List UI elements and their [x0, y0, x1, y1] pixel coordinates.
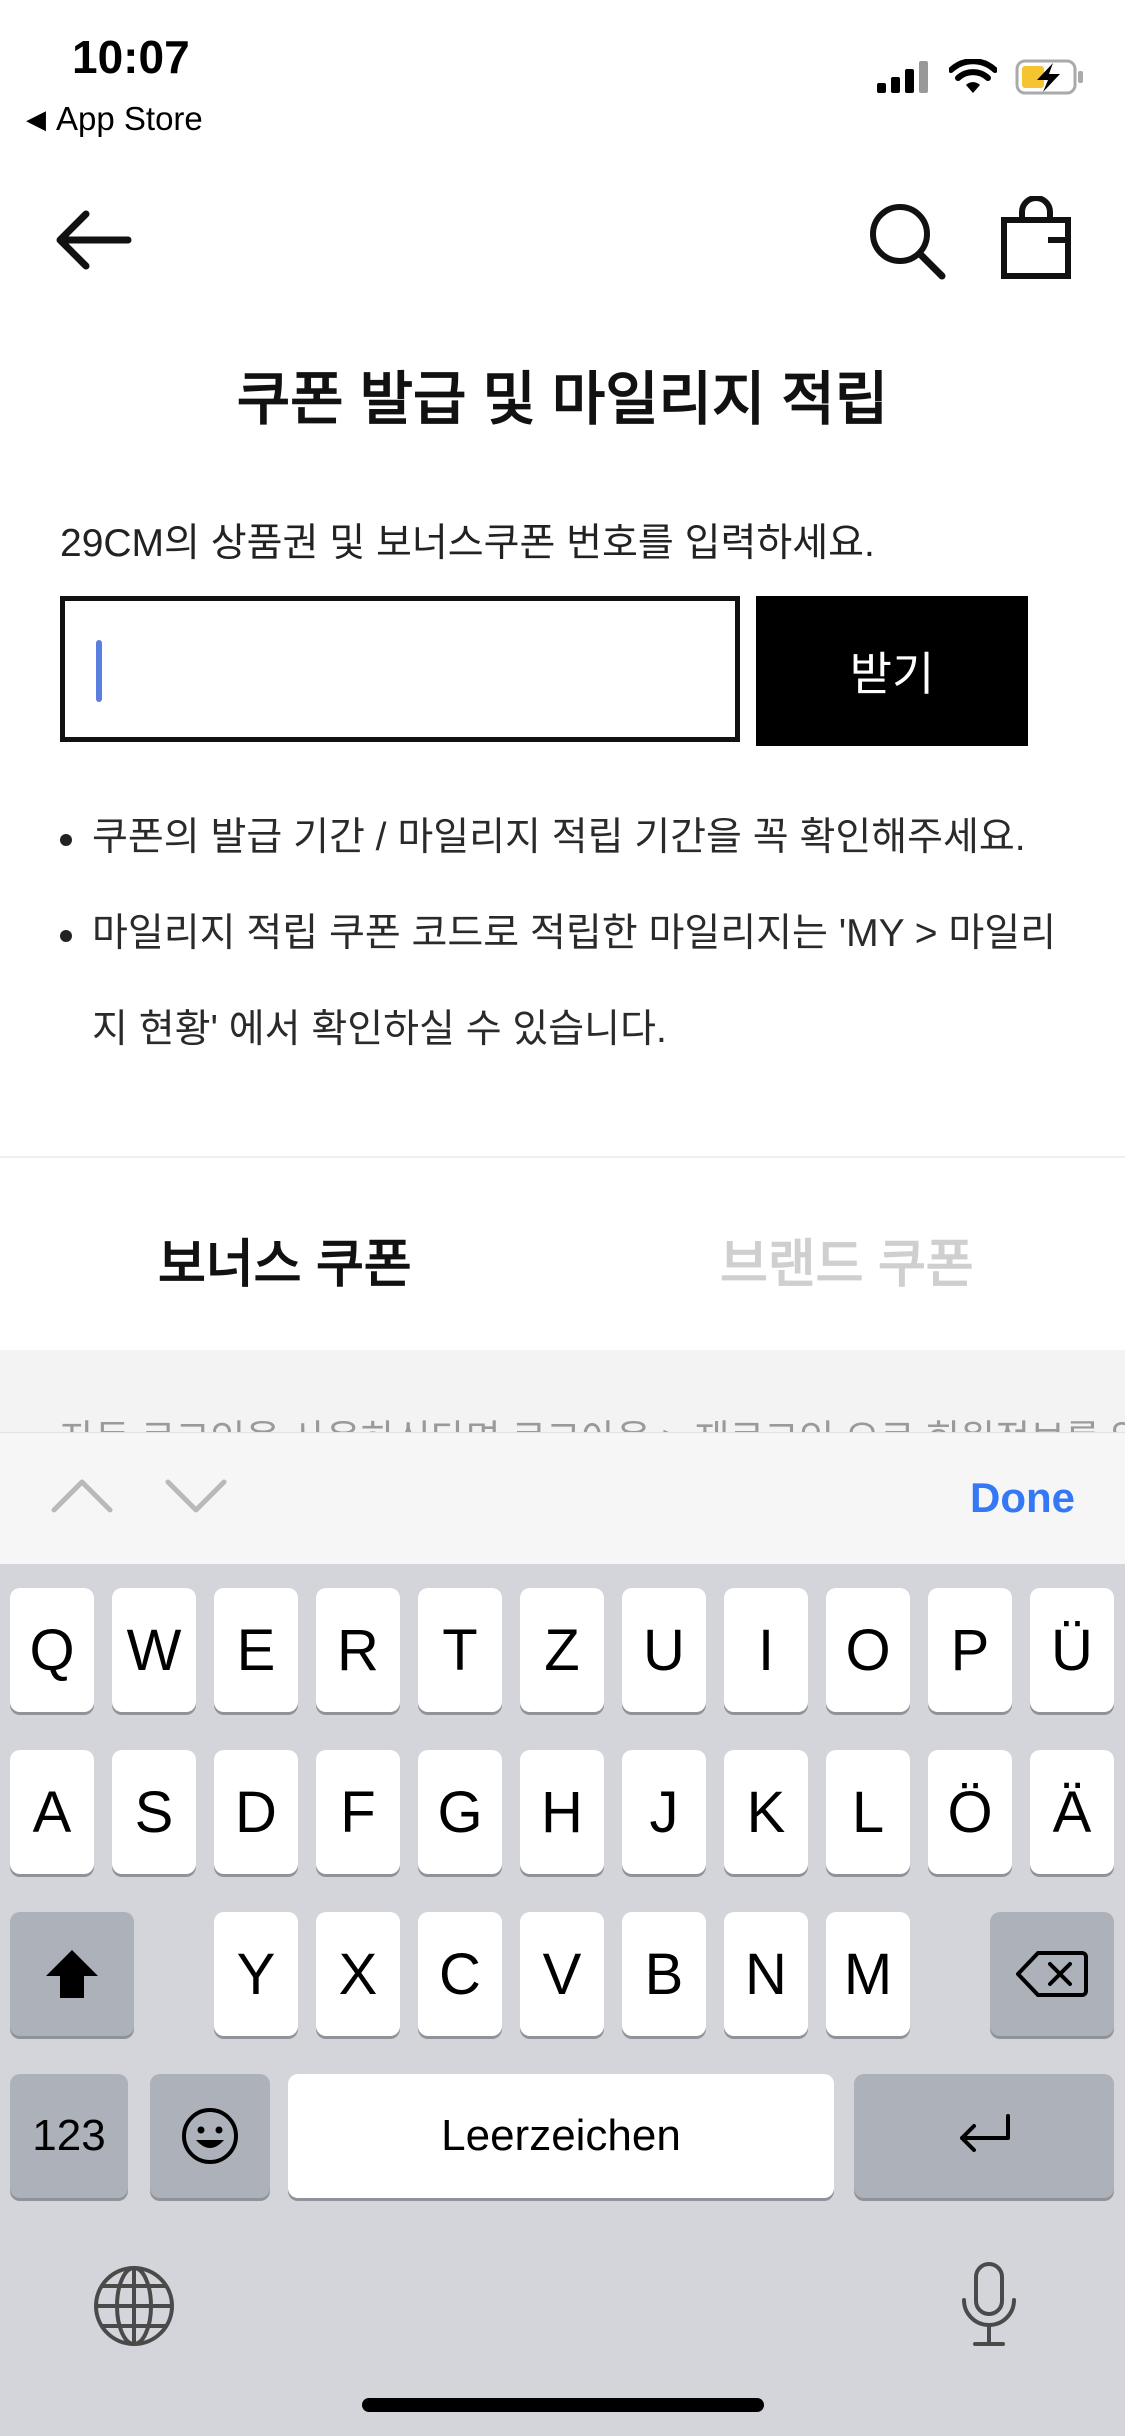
key[interactable]: B	[622, 1912, 706, 2036]
tab-bonus-coupon[interactable]: 보너스 쿠폰	[158, 1222, 412, 1297]
emoji-icon	[182, 2108, 238, 2164]
coupon-instruction: 29CM의 상품권 및 보너스쿠폰 번호를 입력하세요.	[60, 522, 875, 565]
arrow-left-icon[interactable]	[48, 200, 138, 280]
page-title: 쿠폰 발급 및 마일리지 적립	[236, 367, 889, 432]
key[interactable]: A	[10, 1750, 94, 1874]
cellular-signal-icon	[877, 61, 928, 93]
chevron-down-icon[interactable]	[164, 1470, 228, 1520]
key[interactable]: U	[622, 1588, 706, 1712]
key[interactable]: H	[520, 1750, 604, 1874]
chevron-up-icon[interactable]	[50, 1470, 114, 1520]
key[interactable]: J	[622, 1750, 706, 1874]
wifi-icon	[949, 59, 997, 93]
key[interactable]: Ö	[928, 1750, 1012, 1874]
return-icon	[960, 2114, 1010, 2152]
numbers-key[interactable]: 123	[10, 2074, 128, 2198]
battery-charging-icon	[1015, 59, 1083, 95]
key[interactable]: Z	[520, 1588, 604, 1712]
coupon-code-input[interactable]	[60, 596, 740, 742]
key[interactable]: Ä	[1030, 1750, 1114, 1874]
search-icon[interactable]	[864, 198, 948, 282]
key[interactable]: P	[928, 1588, 1012, 1712]
key[interactable]: I	[724, 1588, 808, 1712]
key[interactable]: R	[316, 1588, 400, 1712]
shift-key[interactable]	[10, 1912, 134, 2036]
key[interactable]: M	[826, 1912, 910, 2036]
back-app-label: App Store	[56, 100, 203, 137]
tab-brand-coupon[interactable]: 브랜드 쿠폰	[720, 1222, 974, 1297]
space-key[interactable]: Leerzeichen	[288, 2074, 834, 2198]
backspace-key[interactable]	[990, 1912, 1114, 2036]
key[interactable]: Y	[214, 1912, 298, 2036]
key[interactable]: E	[214, 1588, 298, 1712]
emoji-key[interactable]	[150, 2074, 270, 2198]
notice-item: 쿠폰의 발급 기간 / 마일리지 적립 기간을 꼭 확인해주세요.	[56, 790, 1066, 886]
status-time: 10:07	[72, 31, 190, 83]
microphone-icon[interactable]	[958, 2260, 1020, 2350]
key[interactable]: F	[316, 1750, 400, 1874]
key[interactable]: Ü	[1030, 1588, 1114, 1712]
key[interactable]: V	[520, 1912, 604, 2036]
key[interactable]: G	[418, 1750, 502, 1874]
keyboard: Q W E R T Z U I O P Ü A S D F G H J K L …	[0, 1564, 1125, 2436]
section-divider	[0, 1156, 1125, 1158]
key[interactable]: K	[724, 1750, 808, 1874]
back-triangle-icon: ◀	[26, 103, 46, 134]
home-indicator	[362, 2398, 764, 2412]
key[interactable]: O	[826, 1588, 910, 1712]
receive-button[interactable]: 받기	[756, 596, 1028, 746]
status-icons	[877, 58, 1085, 96]
text-caret	[96, 640, 102, 702]
globe-icon[interactable]	[92, 2264, 176, 2348]
key[interactable]: N	[724, 1912, 808, 2036]
notice-list: 쿠폰의 발급 기간 / 마일리지 적립 기간을 꼭 확인해주세요. 마일리지 적…	[56, 790, 1066, 1078]
key[interactable]: S	[112, 1750, 196, 1874]
backspace-icon	[1016, 1951, 1088, 1997]
return-key[interactable]	[854, 2074, 1114, 2198]
key[interactable]: D	[214, 1750, 298, 1874]
done-button[interactable]: Done	[970, 1474, 1075, 1522]
key[interactable]: L	[826, 1750, 910, 1874]
key[interactable]: C	[418, 1912, 502, 2036]
back-to-app-store[interactable]: ◀ App Store	[26, 100, 203, 138]
key[interactable]: T	[418, 1588, 502, 1712]
key[interactable]: W	[112, 1588, 196, 1712]
notice-item: 마일리지 적립 쿠폰 코드로 적립한 마일리지는 'MY > 마일리지 현황' …	[56, 886, 1066, 1078]
key[interactable]: X	[316, 1912, 400, 2036]
shopping-bag-icon[interactable]	[998, 196, 1074, 282]
shift-icon	[46, 1950, 98, 1998]
key[interactable]: Q	[10, 1588, 94, 1712]
